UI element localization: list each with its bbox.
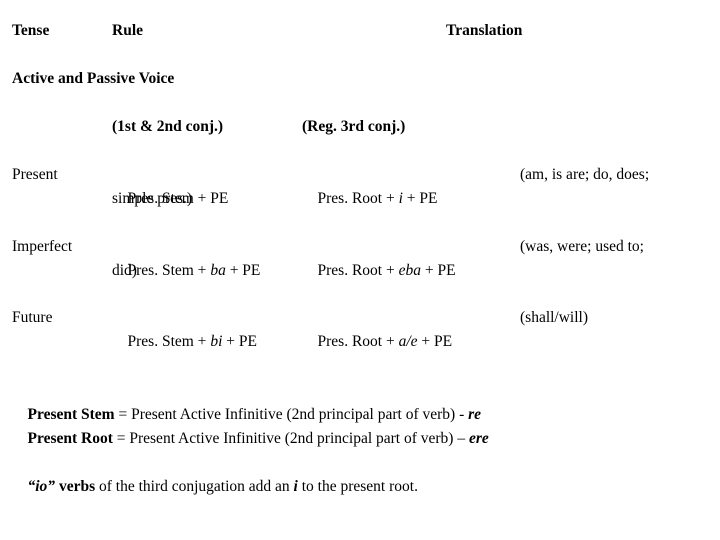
note-io-verbs: “io” verbs of the third conjugation add … xyxy=(12,451,418,523)
rule-text-pre: Pres. Root + xyxy=(317,190,399,207)
column-header-rule: Rule xyxy=(112,22,143,39)
rule-text-italic: eba xyxy=(398,262,421,279)
document-page: Tense Rule Translation Active and Passiv… xyxy=(0,0,720,540)
table-row-rule-third: Pres. Root + i + PE xyxy=(302,163,438,235)
table-row-tense-label: Future xyxy=(12,309,53,326)
table-row-translation: (shall/will) xyxy=(520,309,589,326)
rule-text-italic: bi xyxy=(210,333,223,350)
note-io-quoted: “io” xyxy=(27,478,56,495)
column-header-translation: Translation xyxy=(446,22,523,39)
table-row-rule-first-second: Pres. Stem + bi + PE xyxy=(112,306,257,378)
subheader-first-second-conjugation: (1st & 2nd conj.) xyxy=(112,118,224,135)
note-io-body-2: to the present root. xyxy=(297,478,418,495)
rule-text-pre: Pres. Root + xyxy=(317,333,399,350)
rule-text-post: + PE xyxy=(402,190,438,207)
section-heading: Active and Passive Voice xyxy=(12,70,175,87)
note-present-root-body: = Present Active Infinitive (2nd princip… xyxy=(112,430,469,447)
table-row-translation: (was, were; used to; xyxy=(520,238,644,255)
table-row-tense-label: Imperfect xyxy=(12,238,73,255)
table-row-rule-first-second-line2: simple pres.) xyxy=(112,190,193,207)
rule-text-italic: a/e xyxy=(398,333,418,350)
rule-text-post: + PE xyxy=(420,262,456,279)
rule-text-italic: ba xyxy=(210,262,226,279)
note-present-root-label: Present Root xyxy=(27,430,113,447)
rule-text-post: + PE xyxy=(222,333,257,350)
table-row-translation: (am, is are; do, does; xyxy=(520,166,650,183)
rule-text-pre: Pres. Stem + xyxy=(127,333,211,350)
table-row-rule-third: Pres. Root + a/e + PE xyxy=(302,306,453,378)
table-row-rule-first-second-line2: did) xyxy=(112,262,137,279)
note-io-body-1: of the third conjugation add an xyxy=(95,478,294,495)
rule-text-pre: Pres. Root + xyxy=(317,262,399,279)
column-header-tense: Tense xyxy=(12,22,50,39)
rule-text-post: + PE xyxy=(225,262,261,279)
note-present-root-ending: ere xyxy=(468,430,489,447)
note-io-verbs-bold: verbs xyxy=(55,478,96,495)
rule-text-post: + PE xyxy=(417,333,453,350)
table-row-tense-label: Present xyxy=(12,166,58,183)
rule-text-pre: Pres. Stem + xyxy=(127,262,211,279)
subheader-third-conjugation: (Reg. 3rd conj.) xyxy=(302,118,406,135)
table-row-rule-third: Pres. Root + eba + PE xyxy=(302,235,456,307)
